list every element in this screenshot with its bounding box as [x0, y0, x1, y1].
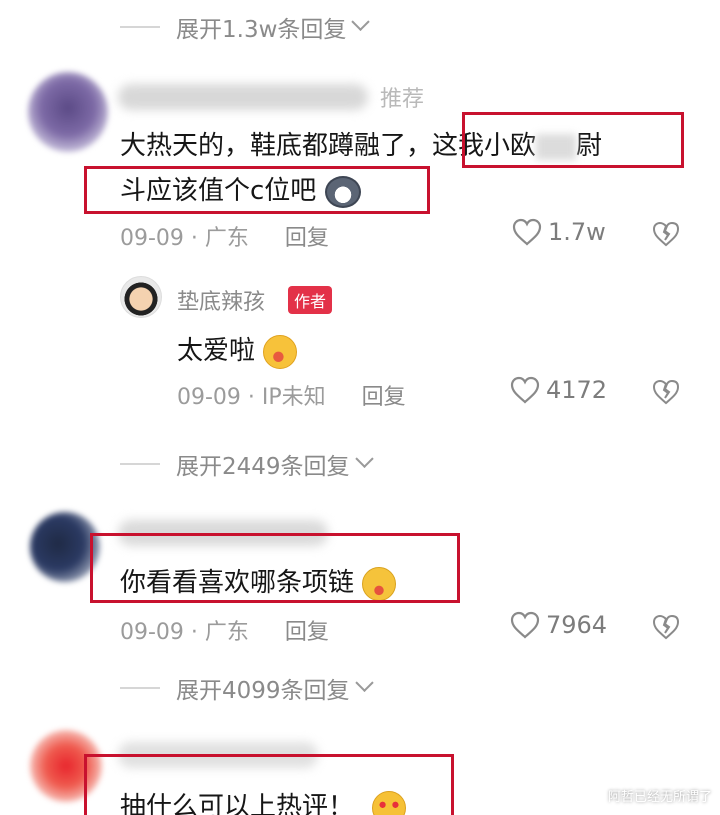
chevron-down-icon — [354, 673, 374, 692]
reply-button[interactable]: 回复 — [285, 614, 329, 646]
author-name[interactable]: 垫底辣孩 — [177, 284, 265, 316]
expand-label: 展开1.3w条回复 — [176, 17, 347, 43]
like-button[interactable]: 1.7w — [512, 218, 606, 246]
reply-button[interactable]: 回复 — [285, 220, 329, 252]
author-reply-label: 太爱啦 — [177, 336, 256, 366]
heart-icon — [510, 376, 540, 404]
comment-date: 09-09 · 广东 — [120, 226, 249, 251]
broken-heart-icon[interactable] — [652, 379, 680, 405]
broken-heart-icon[interactable] — [652, 221, 680, 247]
highlight-box — [84, 166, 430, 214]
avatar[interactable] — [28, 72, 108, 152]
highlight-box — [84, 754, 454, 815]
author-avatar[interactable] — [120, 276, 162, 318]
expand-replies-1[interactable]: 展开1.3w条回复 — [120, 10, 371, 44]
watermark: 阿哲已经无所谓了 — [607, 790, 712, 805]
author-badge: 作者 — [288, 286, 333, 314]
like-button[interactable]: 7964 — [510, 611, 607, 639]
expand-replies-3[interactable]: 展开4099条回复 — [120, 671, 374, 705]
expand-label: 展开4099条回复 — [176, 678, 350, 704]
divider-line — [120, 463, 160, 465]
like-count: 7964 — [546, 611, 608, 639]
author-reply-text: 太爱啦 — [177, 330, 298, 369]
like-count: 1.7w — [548, 218, 606, 246]
highlight-box — [462, 112, 684, 168]
expand-replies-2[interactable]: 展开2449条回复 — [120, 447, 374, 481]
comment-meta: 09-09 · 广东 回复 — [120, 220, 329, 252]
username-blurred[interactable] — [118, 84, 368, 110]
wink-emoji-icon — [263, 334, 298, 369]
highlight-box — [90, 533, 460, 603]
recommend-tag: 推荐 — [380, 87, 425, 112]
chevron-down-icon — [351, 12, 371, 31]
divider-line — [120, 687, 160, 689]
author-reply-date: 09-09 · IP未知 — [177, 385, 326, 410]
reply-button[interactable]: 回复 — [362, 379, 406, 411]
divider-line — [120, 26, 160, 28]
expand-label: 展开2449条回复 — [176, 454, 350, 480]
comment-meta: 09-09 · 广东 回复 — [120, 614, 329, 646]
broken-heart-icon[interactable] — [652, 614, 680, 640]
chevron-down-icon — [354, 449, 374, 468]
author-reply-meta: 09-09 · IP未知 回复 — [177, 379, 406, 411]
comment-text-a: 大热天的，鞋底都蹲融了， — [120, 131, 433, 161]
heart-icon — [510, 611, 540, 639]
heart-icon — [512, 218, 542, 246]
like-button[interactable]: 4172 — [510, 376, 607, 404]
comment-date: 09-09 · 广东 — [120, 620, 249, 645]
like-count: 4172 — [546, 376, 608, 404]
